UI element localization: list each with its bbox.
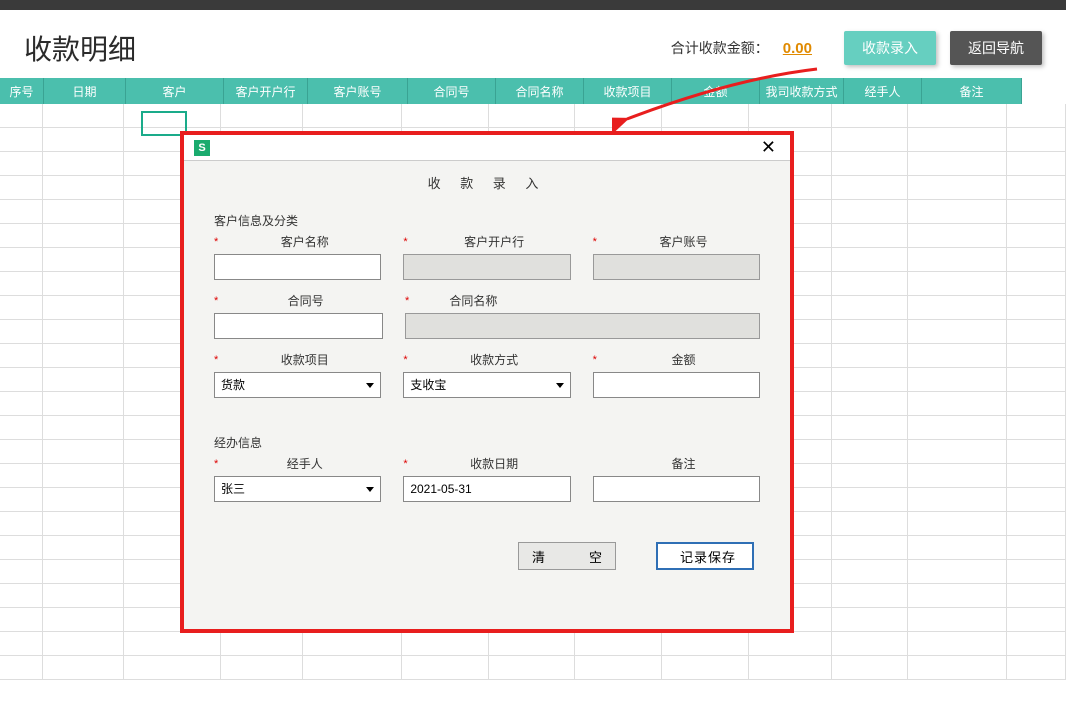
label-customer-account: 客户账号 [607,233,760,250]
column-header-row: 序号 日期 客户 客户开户行 客户账号 合同号 合同名称 收款项目 金额 我司收… [0,78,1066,104]
header-right-group: 合计收款金额： 0.00 收款录入 返回导航 [671,31,1042,65]
total-amount-label: 合计收款金额： [671,38,769,58]
label-remark: 备注 [607,455,760,472]
section-handler-info: 经办信息 [214,434,760,451]
entry-button[interactable]: 收款录入 [844,31,936,65]
col-bank: 客户开户行 [224,78,308,104]
table-row [0,632,1066,656]
close-icon[interactable]: ✕ [757,137,780,158]
col-contract-name: 合同名称 [496,78,584,104]
select-receipt-method[interactable]: 支收宝 [403,372,570,398]
label-receipt-date: 收款日期 [418,455,571,472]
table-row [0,656,1066,680]
back-nav-button[interactable]: 返回导航 [950,31,1042,65]
modal-title: 收 款 录 入 [214,173,760,192]
clear-button[interactable]: 清 空 [518,542,616,570]
col-customer: 客户 [126,78,224,104]
input-amount[interactable] [593,372,760,398]
col-item: 收款项目 [584,78,672,104]
col-date: 日期 [44,78,126,104]
page-title: 收款明细 [24,28,136,68]
window-top-bar [0,0,1066,10]
label-contract-name: 合同名称 [419,292,760,309]
col-remark: 备注 [922,78,1022,104]
modal-title-bar: S ✕ [184,135,790,161]
modal-highlight-frame: S ✕ 收 款 录 入 客户信息及分类 *客户名称 *客户开户行 *客户账号 [180,131,794,633]
label-receipt-item: 收款项目 [228,351,381,368]
label-customer-bank: 客户开户行 [418,233,571,250]
label-amount: 金额 [607,351,760,368]
input-customer-bank[interactable] [403,254,570,280]
input-customer-name[interactable] [214,254,381,280]
input-receipt-date[interactable] [403,476,570,502]
input-contract-name[interactable] [405,313,760,339]
label-handler: 经手人 [228,455,381,472]
col-contract: 合同号 [408,78,496,104]
label-contract-no: 合同号 [228,292,383,309]
entry-modal: S ✕ 收 款 录 入 客户信息及分类 *客户名称 *客户开户行 *客户账号 [184,135,790,629]
input-contract-no[interactable] [214,313,383,339]
col-amount: 金额 [672,78,760,104]
input-remark[interactable] [593,476,760,502]
select-handler[interactable]: 张三 [214,476,381,502]
select-receipt-item[interactable]: 货款 [214,372,381,398]
input-customer-account[interactable] [593,254,760,280]
table-row [0,104,1066,128]
page-header: 收款明细 合计收款金额： 0.00 收款录入 返回导航 [0,10,1066,78]
app-icon: S [194,140,210,156]
col-serial: 序号 [0,78,44,104]
label-customer-name: 客户名称 [228,233,381,250]
save-button[interactable]: 记录保存 [656,542,754,570]
total-amount-value[interactable]: 0.00 [783,40,812,57]
section-customer-info: 客户信息及分类 [214,212,760,229]
col-handler: 经手人 [844,78,922,104]
col-method: 我司收款方式 [760,78,844,104]
modal-body: 收 款 录 入 客户信息及分类 *客户名称 *客户开户行 *客户账号 [184,161,790,586]
col-account: 客户账号 [308,78,408,104]
label-receipt-method: 收款方式 [418,351,571,368]
